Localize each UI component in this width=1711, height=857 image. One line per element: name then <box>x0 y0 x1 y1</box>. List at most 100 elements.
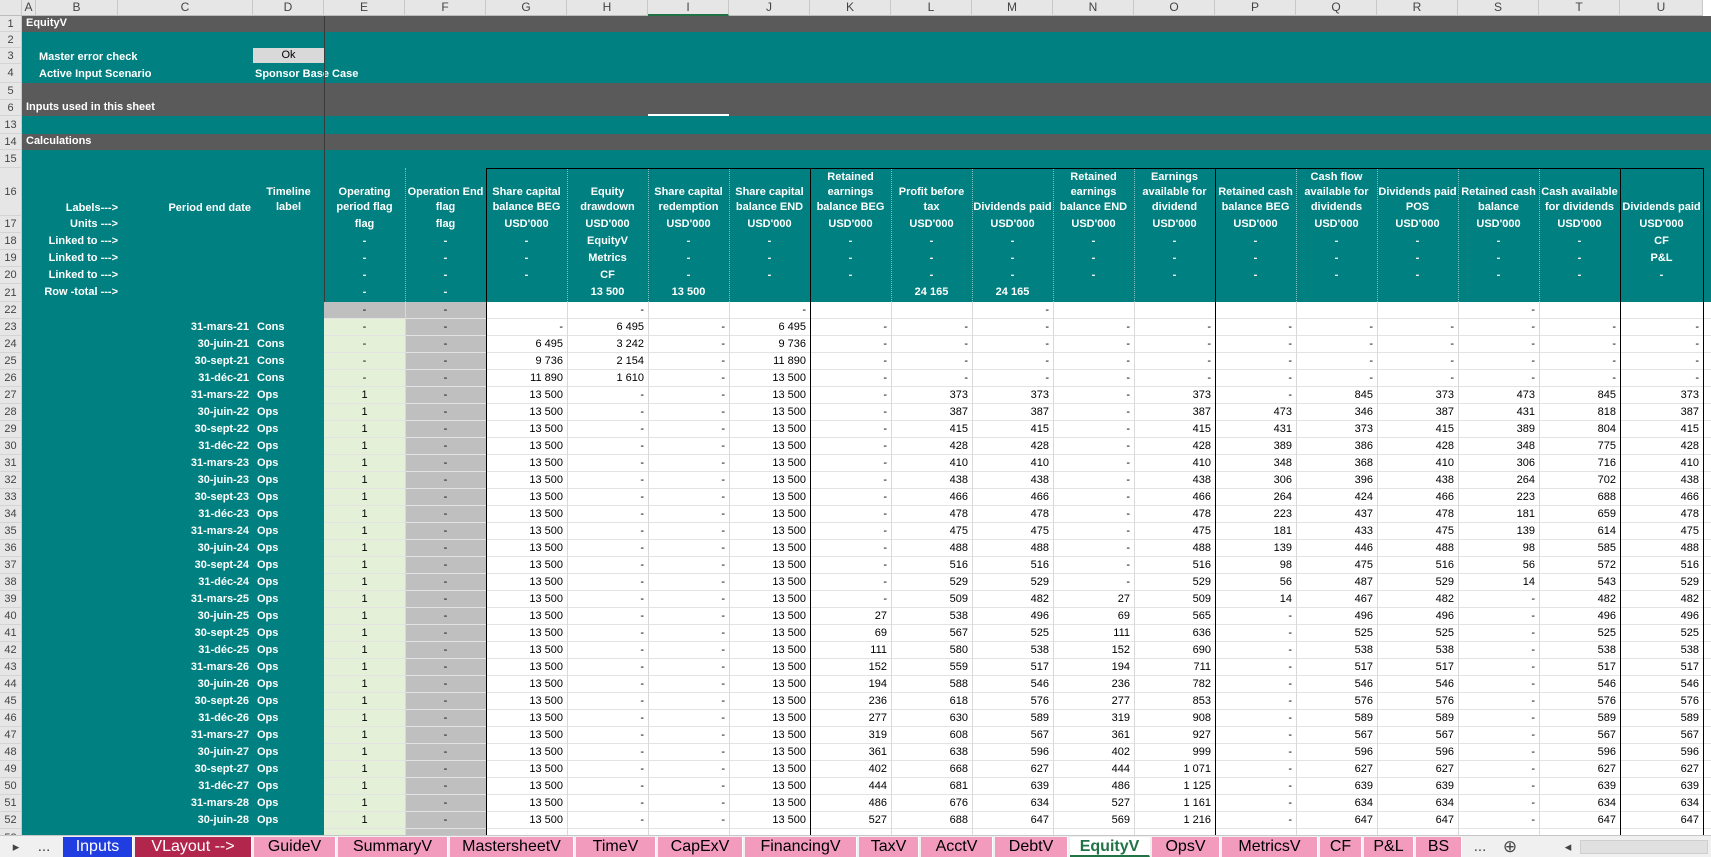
cell-e26[interactable]: - <box>324 370 405 387</box>
cell-k26[interactable]: - <box>810 370 891 387</box>
timeline-label[interactable]: Ops <box>257 574 317 591</box>
cell-h52[interactable]: - <box>567 812 648 829</box>
cell-t28[interactable]: 818 <box>1539 404 1620 421</box>
period-date[interactable]: 30-juin-27 <box>118 744 253 761</box>
cell-u51[interactable]: 634 <box>1620 795 1703 812</box>
column-header-h[interactable]: H <box>567 0 648 16</box>
cell-q29[interactable]: 373 <box>1296 421 1377 438</box>
cell-n23[interactable]: - <box>1053 319 1134 336</box>
cell-o48[interactable]: 999 <box>1134 744 1215 761</box>
cell-i50[interactable]: - <box>648 778 729 795</box>
cell-n35[interactable]: - <box>1053 523 1134 540</box>
cell-l49[interactable]: 668 <box>891 761 972 778</box>
cell-e52[interactable]: 1 <box>324 812 405 829</box>
row-header-39[interactable]: 39 <box>0 591 22 608</box>
cell-s31[interactable]: 306 <box>1458 455 1539 472</box>
cell-l50[interactable]: 681 <box>891 778 972 795</box>
cell-q48[interactable]: 596 <box>1296 744 1377 761</box>
timeline-label[interactable]: Ops <box>257 659 317 676</box>
row-header-34[interactable]: 34 <box>0 506 22 523</box>
cell-q31[interactable]: 368 <box>1296 455 1377 472</box>
cell-l25[interactable]: - <box>891 353 972 370</box>
cell-f24[interactable]: - <box>405 336 486 353</box>
add-sheet-icon[interactable]: ⊕ <box>1497 837 1523 857</box>
row-header-2[interactable]: 2 <box>0 32 22 48</box>
cell-i28[interactable]: - <box>648 404 729 421</box>
cell-l45[interactable]: 618 <box>891 693 972 710</box>
cell-j46[interactable]: 13 500 <box>729 710 810 727</box>
cell-q51[interactable]: 634 <box>1296 795 1377 812</box>
row-header-19[interactable]: 19 <box>0 250 22 267</box>
cell-k34[interactable]: - <box>810 506 891 523</box>
cell-p41[interactable]: - <box>1215 625 1296 642</box>
cell-o25[interactable]: - <box>1134 353 1215 370</box>
cell-n46[interactable]: 319 <box>1053 710 1134 727</box>
cell-m26[interactable]: - <box>972 370 1053 387</box>
timeline-label[interactable]: Ops <box>257 591 317 608</box>
cell-p47[interactable]: - <box>1215 727 1296 744</box>
cell-u38[interactable]: 529 <box>1620 574 1703 591</box>
cell-e37[interactable]: 1 <box>324 557 405 574</box>
column-header-k[interactable]: K <box>810 0 891 16</box>
timeline-label[interactable]: Ops <box>257 795 317 812</box>
column-header-m[interactable]: M <box>972 0 1053 16</box>
tab-inputs[interactable]: Inputs <box>63 837 133 857</box>
cell-q30[interactable]: 386 <box>1296 438 1377 455</box>
cell-r30[interactable]: 428 <box>1377 438 1458 455</box>
cell-m34[interactable]: 478 <box>972 506 1053 523</box>
cell-p23[interactable]: - <box>1215 319 1296 336</box>
cell-i31[interactable]: - <box>648 455 729 472</box>
cell-s30[interactable]: 348 <box>1458 438 1539 455</box>
timeline-label[interactable]: Ops <box>257 523 317 540</box>
row-header-21[interactable]: 21 <box>0 284 22 302</box>
cell-q25[interactable]: - <box>1296 353 1377 370</box>
tab-timev[interactable]: TimeV <box>576 837 656 857</box>
column-header-p[interactable]: P <box>1215 0 1296 16</box>
period-date[interactable]: 30-sept-23 <box>118 489 253 506</box>
cell-m42[interactable]: 538 <box>972 642 1053 659</box>
cell-s29[interactable]: 389 <box>1458 421 1539 438</box>
cell-r49[interactable]: 627 <box>1377 761 1458 778</box>
cell-m46[interactable]: 589 <box>972 710 1053 727</box>
cell-k44[interactable]: 194 <box>810 676 891 693</box>
cell-p50[interactable]: - <box>1215 778 1296 795</box>
column-header-o[interactable]: O <box>1134 0 1215 16</box>
cell-j51[interactable]: 13 500 <box>729 795 810 812</box>
cell-q27[interactable]: 845 <box>1296 387 1377 404</box>
cell-n28[interactable]: - <box>1053 404 1134 421</box>
cell-h36[interactable]: - <box>567 540 648 557</box>
cell-h35[interactable]: - <box>567 523 648 540</box>
cell-u27[interactable]: 373 <box>1620 387 1703 404</box>
cell-f29[interactable]: - <box>405 421 486 438</box>
cell-g47[interactable]: 13 500 <box>486 727 567 744</box>
cell-f47[interactable]: - <box>405 727 486 744</box>
cell-u29[interactable]: 415 <box>1620 421 1703 438</box>
cell-r33[interactable]: 466 <box>1377 489 1458 506</box>
cell-m37[interactable]: 516 <box>972 557 1053 574</box>
cell-n26[interactable]: - <box>1053 370 1134 387</box>
cell-s32[interactable]: 264 <box>1458 472 1539 489</box>
cell-q32[interactable]: 396 <box>1296 472 1377 489</box>
cell-p49[interactable]: - <box>1215 761 1296 778</box>
cell-n49[interactable]: 444 <box>1053 761 1134 778</box>
cell-s51[interactable]: - <box>1458 795 1539 812</box>
cell-r29[interactable]: 415 <box>1377 421 1458 438</box>
row-header-25[interactable]: 25 <box>0 353 22 370</box>
cell-q36[interactable]: 446 <box>1296 540 1377 557</box>
cell-e30[interactable]: 1 <box>324 438 405 455</box>
cell-m35[interactable]: 475 <box>972 523 1053 540</box>
cell-e24[interactable]: - <box>324 336 405 353</box>
cell-l52[interactable]: 688 <box>891 812 972 829</box>
cell-e36[interactable]: 1 <box>324 540 405 557</box>
cell-s36[interactable]: 98 <box>1458 540 1539 557</box>
cell-e28[interactable]: 1 <box>324 404 405 421</box>
cell-n51[interactable]: 527 <box>1053 795 1134 812</box>
cell-s52[interactable]: - <box>1458 812 1539 829</box>
cell-o35[interactable]: 475 <box>1134 523 1215 540</box>
cell-i27[interactable]: - <box>648 387 729 404</box>
cell-t49[interactable]: 627 <box>1539 761 1620 778</box>
cell-j26[interactable]: 13 500 <box>729 370 810 387</box>
cell-s45[interactable]: - <box>1458 693 1539 710</box>
cell-r25[interactable]: - <box>1377 353 1458 370</box>
cell-h50[interactable]: - <box>567 778 648 795</box>
